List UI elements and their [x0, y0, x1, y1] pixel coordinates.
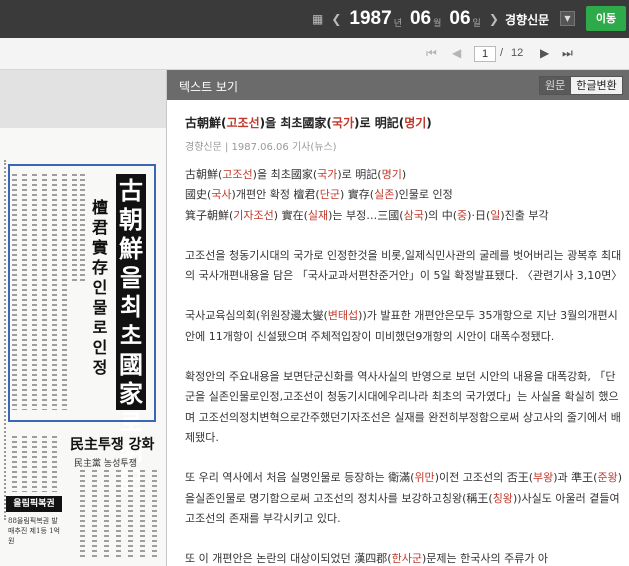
- article-paragraph: 확정안의 주요내용을 보면단군신화를 역사사실의 반영으로 보던 시안의 내용을…: [185, 370, 621, 444]
- title-text: ): [426, 116, 432, 130]
- day-value[interactable]: 06: [449, 8, 470, 30]
- move-button[interactable]: 이동: [586, 6, 626, 31]
- panel-header: 텍스트 보기 원문 한글변환: [167, 70, 629, 100]
- last-page-icon[interactable]: ⏭: [562, 46, 573, 61]
- panel-title: 텍스트 보기: [179, 80, 239, 94]
- tab-hangul[interactable]: 한글변환: [571, 77, 622, 94]
- title-reading: 명기: [404, 116, 427, 130]
- scan-text-column: [32, 436, 37, 492]
- scan-text-column: [80, 470, 85, 560]
- newspaper-scan[interactable]: 檀君 實存인물로 인정 古朝鮮을 최초國家로 明記 民主투쟁 강화 民主黨 농성…: [0, 70, 166, 566]
- scan-text-column: [116, 470, 121, 560]
- article-paragraph: 국사교육심의회(위원장邊太燮(변태섭))가 발표한 개편안은모두 35개항으로 …: [185, 309, 618, 343]
- lead-line: 國史(국사)개편안 확정 檀君(단군) 實存(실존)인물로 인정: [185, 188, 453, 202]
- next-page-icon[interactable]: ▶: [540, 46, 549, 60]
- chevron-left-icon[interactable]: ❮: [331, 12, 341, 26]
- tab-original[interactable]: 원문: [540, 77, 572, 94]
- title-text: 古朝鮮(: [185, 116, 227, 130]
- newspaper-select[interactable]: 경향신문: [505, 11, 549, 28]
- article-paragraph: 고조선을 청동기시대의 국가로 인정한것을 비롯,일제식민사관의 굴레를 벗어버…: [185, 248, 623, 283]
- scan-olympic-box: 올림픽복권: [6, 496, 62, 512]
- lead-line: 箕子朝鮮(기자조선) 實在(실재)는 부정…三國(삼국)의 中(중)·日(일)진…: [185, 208, 549, 222]
- year-value[interactable]: 1987: [349, 8, 391, 30]
- scan-text-column: [92, 470, 97, 560]
- prev-page-icon[interactable]: ◀: [452, 46, 461, 60]
- selected-article-outline[interactable]: [8, 164, 156, 422]
- view-mode-tabs: 원문 한글변환: [539, 76, 623, 95]
- title-text: )로 明記(: [354, 116, 405, 130]
- date-navigator: ▦ ❮ 1987 년 06 월 06 일 ❯: [312, 6, 499, 32]
- total-pages: 12: [511, 47, 524, 59]
- scan-text-column: [140, 470, 145, 560]
- scan-second-headline: 民主투쟁 강화: [70, 437, 155, 453]
- scan-text-column: [152, 470, 157, 560]
- chevron-right-icon[interactable]: ❯: [489, 12, 499, 26]
- article-title: 古朝鮮(고조선)을 최초國家(국가)로 明記(명기): [185, 114, 432, 131]
- calendar-icon[interactable]: ▦: [312, 12, 323, 26]
- scan-text-column: [12, 436, 17, 492]
- article-meta: 경향신문 | 1987.06.06 기사(뉴스): [185, 142, 337, 153]
- title-text: )을 최초國家(: [259, 116, 332, 130]
- scan-text-column: [128, 470, 133, 560]
- page-number-input[interactable]: 1: [474, 46, 496, 62]
- article-paragraph: 또 우리 역사에서 처음 실명인물로 등장하는 衛滿(위만)이전 고조선의 否王…: [185, 471, 622, 525]
- scan-text-column: [52, 436, 57, 492]
- text-view-panel: 텍스트 보기 원문 한글변환 古朝鮮(고조선)을 최초國家(국가)로 明記(명기…: [166, 70, 629, 566]
- title-reading: 고조선: [226, 116, 260, 130]
- page-separator: /: [500, 47, 504, 59]
- page-navigation-bar: ⏮ ◀ 1 / 12 ▶ ⏭: [0, 38, 629, 70]
- scan-second-subheadline: 民主黨 농성투쟁: [74, 459, 137, 469]
- article-paragraph: 또 이 개편안은 논란의 대상이되었던 漢四郡(한사군)문제는 한국사의 주류가…: [185, 552, 549, 566]
- month-value[interactable]: 06: [410, 8, 431, 30]
- month-unit: 월: [433, 18, 442, 29]
- chevron-down-icon[interactable]: ▼: [560, 11, 575, 26]
- title-reading: 국가: [331, 116, 354, 130]
- scan-text-column: [104, 470, 109, 560]
- scan-text-column: [42, 436, 47, 492]
- scan-margin: [4, 160, 7, 520]
- article-lead: 古朝鮮(고조선)을 최초國家(국가)로 明記(명기) 國史(국사)개편안 확정 …: [185, 165, 623, 226]
- day-unit: 일: [472, 18, 481, 29]
- year-unit: 년: [393, 18, 402, 29]
- article-body: 古朝鮮(고조선)을 최초國家(국가)로 明記(명기) 國史(국사)개편안 확정 …: [185, 165, 623, 566]
- top-bar: ▦ ❮ 1987 년 06 월 06 일 ❯ 경향신문 ▼ 이동: [0, 0, 629, 38]
- scan-text-column: [22, 436, 27, 492]
- lead-line: 古朝鮮(고조선)을 최초國家(국가)로 明記(명기): [185, 168, 407, 181]
- first-page-icon[interactable]: ⏮: [426, 46, 437, 61]
- scan-small-text: 88올림픽복권 발매추진 제1등 1억원: [8, 517, 60, 545]
